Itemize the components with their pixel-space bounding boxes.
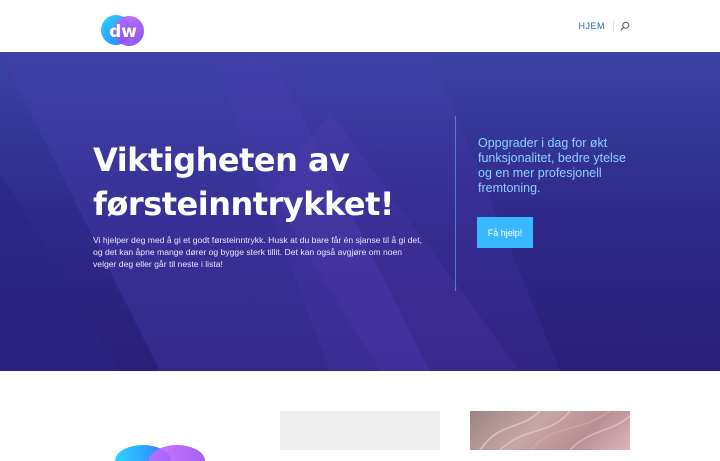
hero-description: Vi hjelper deg med å gi et godt førstein… <box>93 235 422 269</box>
search-icon[interactable] <box>620 21 630 31</box>
hero-divider <box>455 116 456 291</box>
logo-icon[interactable]: dw <box>100 10 146 48</box>
hero-title: Viktigheten av førsteinntrykket! <box>93 141 395 223</box>
get-help-button[interactable]: Få hjelp! <box>477 217 533 248</box>
main-nav: HJEM <box>579 20 631 32</box>
content-section <box>0 371 720 461</box>
site-header: dw HJEM <box>0 0 720 52</box>
svg-text:dw: dw <box>109 22 137 42</box>
hair-photo-image <box>479 411 630 450</box>
bottom-logo-icon <box>115 445 205 461</box>
content-card-image <box>470 411 630 450</box>
content-card-placeholder <box>280 411 440 450</box>
nav-home-link[interactable]: HJEM <box>579 20 614 32</box>
hero-section: Viktigheten av førsteinntrykket! Vi hjel… <box>0 52 720 371</box>
hero-side-text: Oppgrader i dag for økt funksjonalitet, … <box>478 136 627 195</box>
